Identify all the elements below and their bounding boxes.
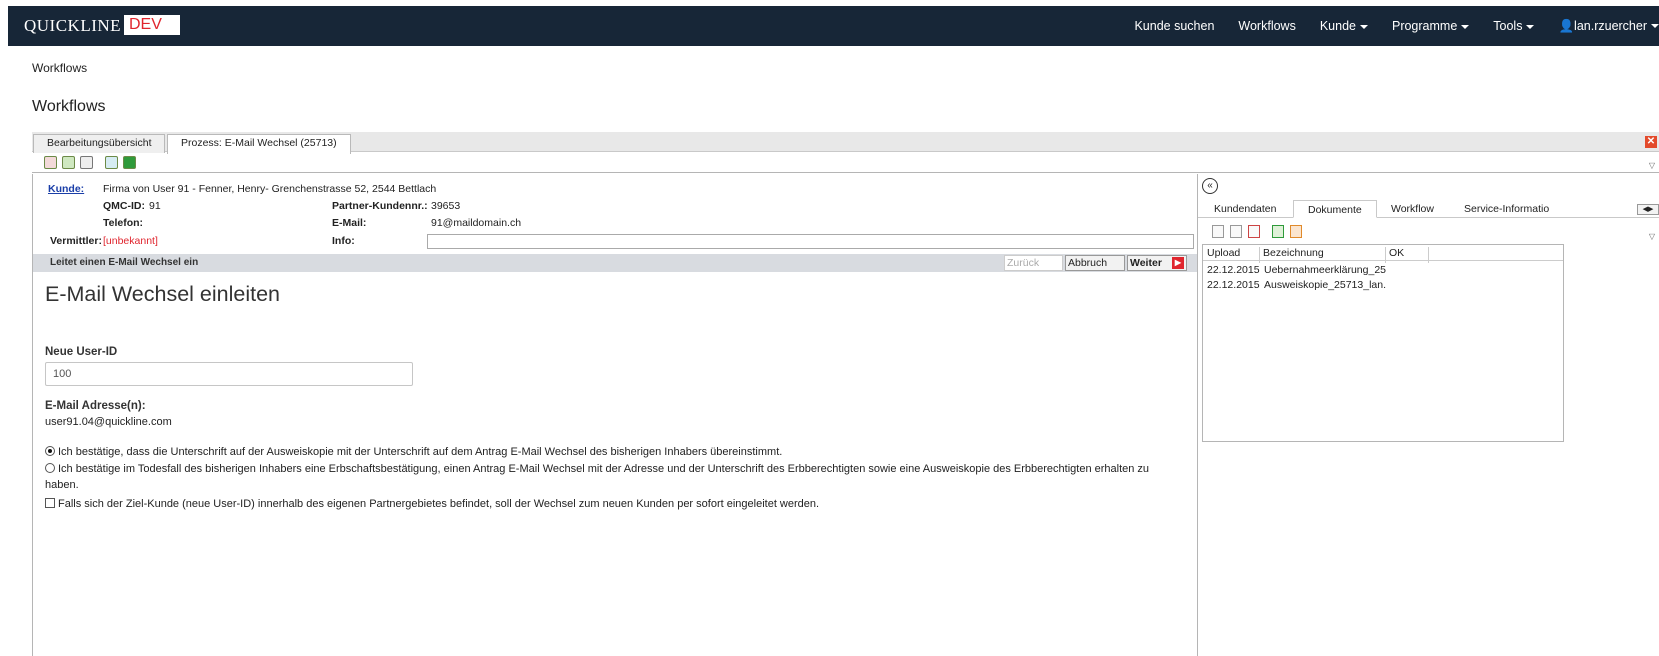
collapse-icon[interactable]: ▽ [1649,161,1655,170]
option-inheritance[interactable]: Ich bestätige im Todesfall des bisherige… [45,461,1185,493]
delete-document-icon[interactable] [1248,225,1260,238]
env-badge: DEV [124,15,180,35]
caret-down-icon [1359,24,1368,29]
vermittler-label: Vermittler: [50,235,102,247]
doc-name: Uebernahmeerklärung_25 [1264,264,1386,276]
upload-icon[interactable] [1290,225,1302,238]
page-title: Workflows [32,98,106,115]
column-ok[interactable]: OK [1389,247,1404,259]
telefon-label: Telefon: [103,217,144,229]
doc-upload-date: 22.12.2015 [1207,264,1260,276]
process-pane: Kunde: Firma von User 91 - Fenner, Henry… [32,174,1198,656]
vermittler-value: [unbekannt] [103,235,158,247]
email-value: 91@maildomain.ch [431,217,522,229]
partner-label: Partner-Kundennr.: [332,200,428,212]
radio-unselected[interactable] [45,463,55,473]
tab-dokumente[interactable]: Dokumente [1293,200,1377,218]
abbruch-button[interactable]: Abbruch [1065,255,1125,271]
side-tabs: Kundendaten Dokumente Workflow Service-I… [1198,200,1659,218]
option-inheritance-label: Ich bestätige im Todesfall des bisherige… [45,463,1150,491]
weiter-button[interactable]: Weiter ▶ [1127,255,1187,271]
nav-tools-dropdown[interactable]: Tools [1493,19,1535,33]
user-icon: 👤 [1558,18,1575,33]
download-icon[interactable] [1272,225,1284,238]
table-row[interactable]: 22.12.2015 Ausweiskopie_25713_lan. [1203,278,1563,293]
tab-workflow[interactable]: Workflow [1377,200,1448,218]
emails-value: user91.04@quickline.com [45,416,172,428]
checklist-icon[interactable] [44,156,57,169]
nav-user-label: lan.rzuercher [1574,18,1647,33]
arrow-right-icon: ▶ [1172,257,1184,269]
nav-programme-dropdown[interactable]: Programme [1391,19,1470,33]
doc-upload-date: 22.12.2015 [1207,279,1260,291]
edit-icon[interactable] [80,156,93,169]
column-upload[interactable]: Upload [1207,247,1240,259]
qmc-label: QMC-ID: [103,200,145,212]
nav-kunde-suchen[interactable]: Kunde suchen [1134,19,1214,33]
kunde-link[interactable]: Kunde: [48,183,84,195]
top-navbar: QUICKLINE DEV Kunde suchen Workflows Kun… [8,6,1659,46]
column-separator [1259,247,1260,263]
quickline-logo[interactable]: QUICKLINE [24,16,121,36]
breadcrumb[interactable]: Workflows [32,61,87,75]
nav-workflows[interactable]: Workflows [1238,19,1295,33]
main-nav: Kunde suchen Workflows Kunde Programme T… [1110,6,1659,46]
copy-document-icon[interactable] [1230,225,1242,238]
option-signature-match[interactable]: Ich bestätige, dass die Unterschrift auf… [45,444,1185,460]
info-label: Info: [332,235,355,247]
user-id-label: Neue User-ID [45,346,118,358]
checkbox-unchecked[interactable] [45,498,55,508]
nav-kunde-dropdown[interactable]: Kunde [1320,19,1368,33]
email-label: E-Mail: [332,217,367,229]
collapse-icon[interactable]: ▽ [1649,232,1655,241]
side-panel: « Kundendaten Dokumente Workflow Service… [1198,174,1659,656]
kunde-value: Firma von User 91 - Fenner, Henry- Grenc… [103,183,437,195]
immediate-switch-label: Falls sich der Ziel-Kunde (neue User-ID)… [58,498,820,510]
column-separator [1385,247,1386,263]
user-id-input[interactable]: 100 [45,362,413,386]
doc-name: Ausweiskopie_25713_lan. [1264,279,1387,291]
close-tab-icon[interactable]: ✕ [1645,136,1657,148]
caret-down-icon [1651,24,1659,29]
option-signature-match-label: Ich bestätige, dass die Unterschrift auf… [58,446,783,458]
partner-value: 39653 [431,200,461,212]
nav-programme-label: Programme [1391,19,1458,33]
workflow-toolbar: ▽ [32,153,1659,173]
emails-label: E-Mail Adresse(n): [45,400,146,412]
workflow-tabstrip: Bearbeitungsübersicht Prozess: E-Mail We… [32,132,1659,154]
tab-scroll-arrows-icon[interactable]: ◀▶ [1637,204,1659,215]
nav-user-dropdown[interactable]: 👤lan.rzuercher [1558,19,1659,34]
weiter-label: Weiter [1130,257,1162,269]
immediate-switch-option[interactable]: Falls sich der Ziel-Kunde (neue User-ID)… [45,496,1185,512]
tab-prozess-email-wechsel[interactable]: Prozess: E-Mail Wechsel (25713) [167,134,351,154]
table-row[interactable]: 22.12.2015 Uebernahmeerklärung_25 [1203,263,1563,278]
qmc-value: 91 [149,200,161,212]
step-description: Leitet einen E-Mail Wechsel ein [50,257,199,268]
table-header: Upload Bezeichnung OK [1203,245,1563,263]
tab-service-information[interactable]: Service-Informatio [1450,200,1563,218]
form-heading: E-Mail Wechsel einleiten [45,282,281,306]
tab-bearbeitungsuebersicht[interactable]: Bearbeitungsübersicht [33,134,166,153]
caret-down-icon [1461,24,1470,29]
nav-kunde-label: Kunde [1319,19,1356,33]
refresh-icon[interactable] [105,156,118,169]
play-icon[interactable] [123,156,136,169]
radio-selected[interactable] [45,446,55,456]
column-bezeichnung[interactable]: Bezeichnung [1263,247,1324,259]
step-bar: Leitet einen E-Mail Wechsel ein Zurück A… [33,254,1197,272]
open-icon[interactable] [62,156,75,169]
info-field[interactable] [427,234,1194,249]
tab-kundendaten[interactable]: Kundendaten [1200,200,1290,218]
caret-down-icon [1526,24,1535,29]
zurueck-button[interactable]: Zurück [1004,255,1063,271]
column-separator [1428,247,1429,263]
documents-table: Upload Bezeichnung OK 22.12.2015 Ueberna… [1202,244,1564,442]
new-document-icon[interactable] [1212,225,1224,238]
nav-tools-label: Tools [1493,19,1523,33]
collapse-panel-icon[interactable]: « [1202,178,1218,194]
